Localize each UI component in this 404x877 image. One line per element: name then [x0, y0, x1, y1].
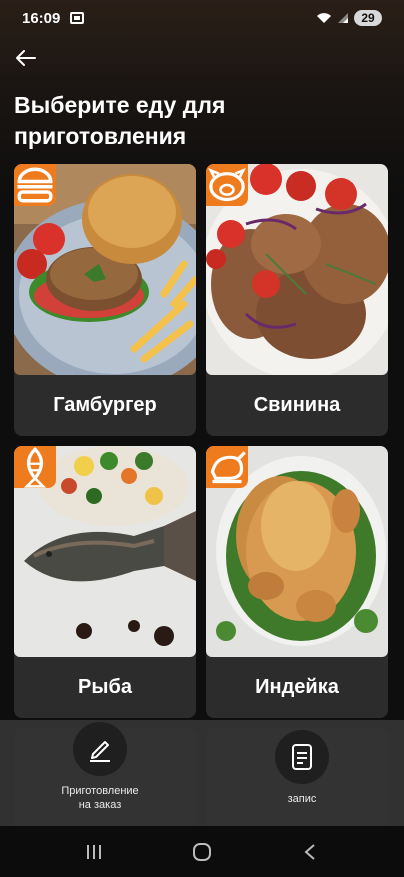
food-card-pork[interactable]: Свинина [206, 164, 388, 436]
food-label: Гамбургер [53, 394, 157, 416]
status-time: 16:09 [22, 9, 61, 27]
food-image-hamburger [14, 164, 196, 375]
action-label: запис [287, 793, 317, 805]
pencil-icon [90, 741, 110, 762]
fish-icon [23, 446, 47, 488]
action-label-line2: на заказ [78, 799, 122, 811]
pig-icon [208, 167, 246, 202]
wifi-icon [317, 13, 331, 23]
arrow-left-icon [16, 50, 36, 66]
action-bar: Приготовление на заказ запис [0, 720, 404, 826]
food-card-fish[interactable]: Рыба [14, 446, 196, 718]
system-nav-bar [0, 826, 404, 877]
status-right: 29 [316, 10, 382, 26]
back-icon [304, 843, 315, 860]
screen-record-icon [70, 12, 85, 24]
burger-icon [17, 167, 53, 203]
record-button[interactable]: запис [260, 730, 344, 806]
food-image-fish [14, 446, 196, 657]
food-card-turkey[interactable]: Индейка [206, 446, 388, 718]
app-screen: 16:09 29 Выберите еду для приготовления [0, 0, 404, 877]
home-button[interactable] [182, 832, 222, 872]
food-label: Свинина [253, 394, 341, 416]
turkey-icon [210, 451, 246, 484]
pig-icon-badge [206, 164, 248, 206]
recent-apps-button[interactable] [74, 832, 114, 872]
battery-indicator: 29 [354, 10, 382, 26]
page-title: Выберите еду для приготовления [14, 92, 226, 149]
action-label: Приготовление на заказ [61, 784, 138, 812]
home-icon [193, 842, 211, 861]
action-circle [73, 722, 127, 776]
food-label: Рыба [78, 676, 132, 698]
cook-to-order-button[interactable]: Приготовление на заказ [50, 722, 150, 812]
fish-icon-badge [14, 446, 56, 488]
back-nav-button[interactable] [290, 832, 330, 872]
food-image-turkey [206, 446, 388, 657]
food-card-hamburger[interactable]: Гамбургер [14, 164, 196, 436]
back-button[interactable] [14, 46, 38, 70]
burger-icon-badge [14, 164, 56, 206]
signal-icon [338, 13, 348, 23]
food-label: Индейка [255, 676, 339, 698]
action-circle [275, 730, 329, 784]
turkey-icon-badge [206, 446, 248, 488]
food-image-pork [206, 164, 388, 375]
action-label-line1: Приготовление [61, 785, 139, 797]
document-icon [292, 744, 312, 770]
recent-apps-icon [87, 844, 101, 859]
